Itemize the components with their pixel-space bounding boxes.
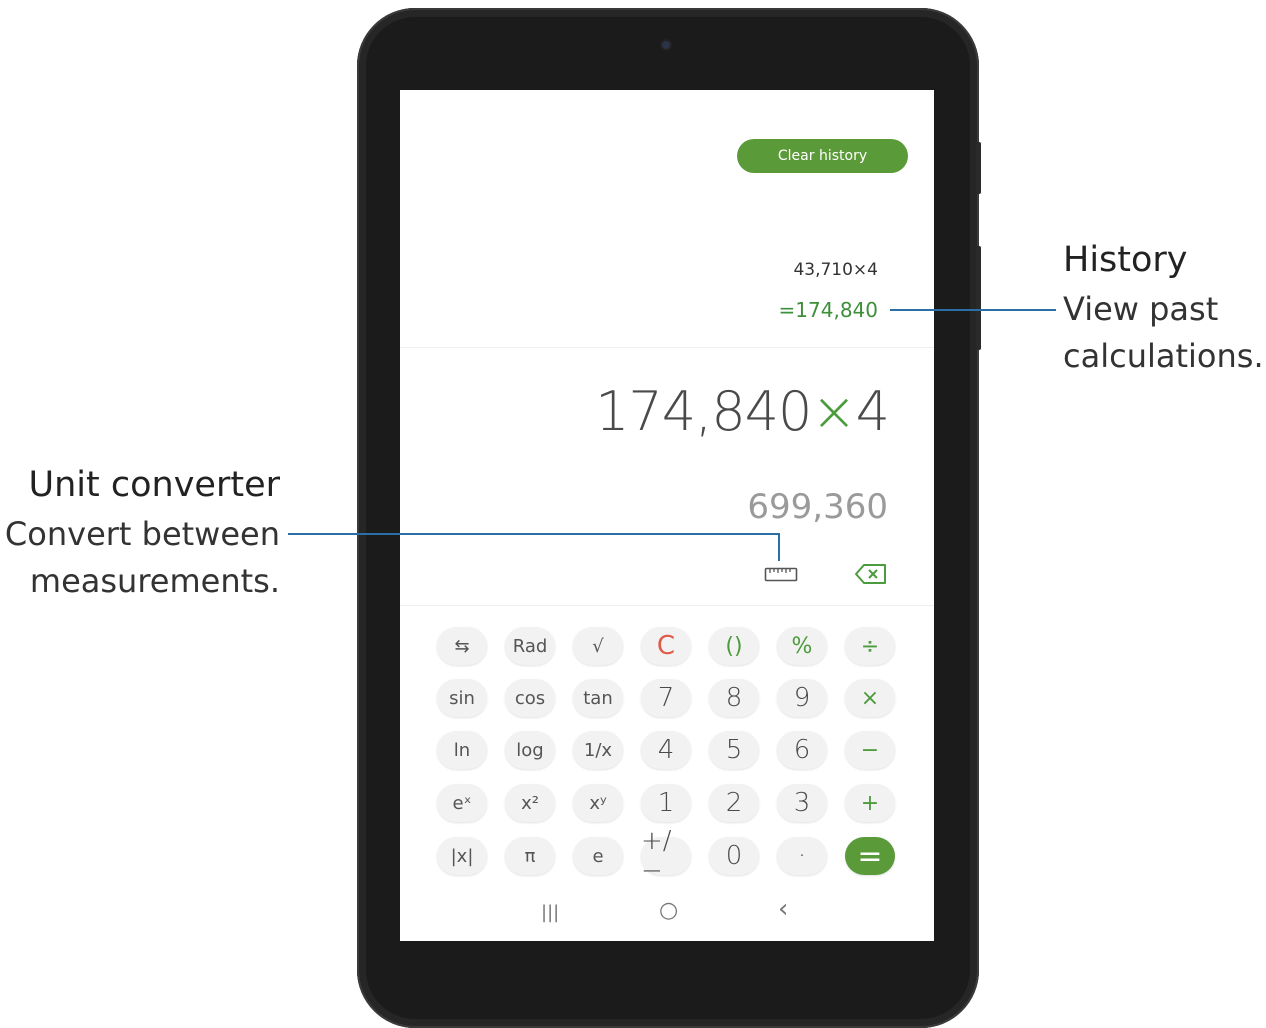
key-sin[interactable]: sin <box>437 679 487 717</box>
key-equals[interactable]: = <box>845 837 895 875</box>
history-callout-title: History <box>1063 240 1188 280</box>
history-callout-text-2: calculations. <box>1063 337 1264 375</box>
key-8[interactable]: 8 <box>709 679 759 717</box>
key-multiply[interactable]: × <box>845 679 895 717</box>
key-2[interactable]: 2 <box>709 784 759 822</box>
key-exp[interactable]: eˣ <box>437 784 487 822</box>
volume-button <box>976 142 981 194</box>
key-0[interactable]: 0 <box>709 837 759 875</box>
key-switch[interactable]: ⇆ <box>437 627 487 665</box>
key-4[interactable]: 4 <box>641 731 691 769</box>
key-3[interactable]: 3 <box>777 784 827 822</box>
key-5[interactable]: 5 <box>709 731 759 769</box>
history-callout-line <box>890 309 1056 311</box>
power-button <box>976 246 981 350</box>
key-clear[interactable]: C <box>641 627 691 665</box>
key-1[interactable]: 1 <box>641 784 691 822</box>
key-divide[interactable]: ÷ <box>845 627 895 665</box>
recents-nav-button[interactable]: ||| <box>541 902 559 923</box>
unit-converter-callout-title: Unit converter <box>28 465 281 505</box>
key-sqrt[interactable]: √ <box>573 627 623 665</box>
unit-converter-callout-text-1: Convert between <box>4 515 280 553</box>
keypad: ⇆ Rad √ C ()% ÷ sin cos tan 7 8 9 × ln log 1/x 4 5 6− eˣ x² x… <box>400 90 934 941</box>
key-log[interactable]: log <box>505 731 555 769</box>
key-percent[interactable]: % <box>777 627 827 665</box>
key-sign[interactable]: +/− <box>641 826 691 886</box>
front-camera <box>662 41 670 49</box>
key-abs[interactable]: |x| <box>437 837 487 875</box>
key-9[interactable]: 9 <box>777 679 827 717</box>
key-pi[interactable]: π <box>505 837 555 875</box>
key-power[interactable]: xʸ <box>573 784 623 822</box>
key-plus[interactable]: + <box>845 784 895 822</box>
key-reciprocal[interactable]: 1/x <box>573 731 623 769</box>
home-nav-button[interactable]: ○ <box>659 898 678 923</box>
key-ln[interactable]: ln <box>437 731 487 769</box>
key-tan[interactable]: tan <box>573 679 623 717</box>
key-minus[interactable]: − <box>845 731 895 769</box>
key-6[interactable]: 6 <box>777 731 827 769</box>
key-7[interactable]: 7 <box>641 679 691 717</box>
key-decimal[interactable]: · <box>777 837 827 875</box>
key-square[interactable]: x² <box>505 784 555 822</box>
unit-converter-callout-line <box>288 533 780 535</box>
back-nav-button[interactable]: ‹ <box>778 894 788 924</box>
key-e[interactable]: e <box>573 837 623 875</box>
unit-converter-callout-drop <box>778 533 780 561</box>
key-cos[interactable]: cos <box>505 679 555 717</box>
key-rad[interactable]: Rad <box>505 627 555 665</box>
calculator-screen: Clear history 43,710×4 =174,840 174,840×… <box>400 90 934 941</box>
history-callout-text-1: View past <box>1063 290 1219 328</box>
key-parentheses[interactable]: () <box>709 627 759 665</box>
unit-converter-callout-text-2: measurements. <box>29 562 280 600</box>
